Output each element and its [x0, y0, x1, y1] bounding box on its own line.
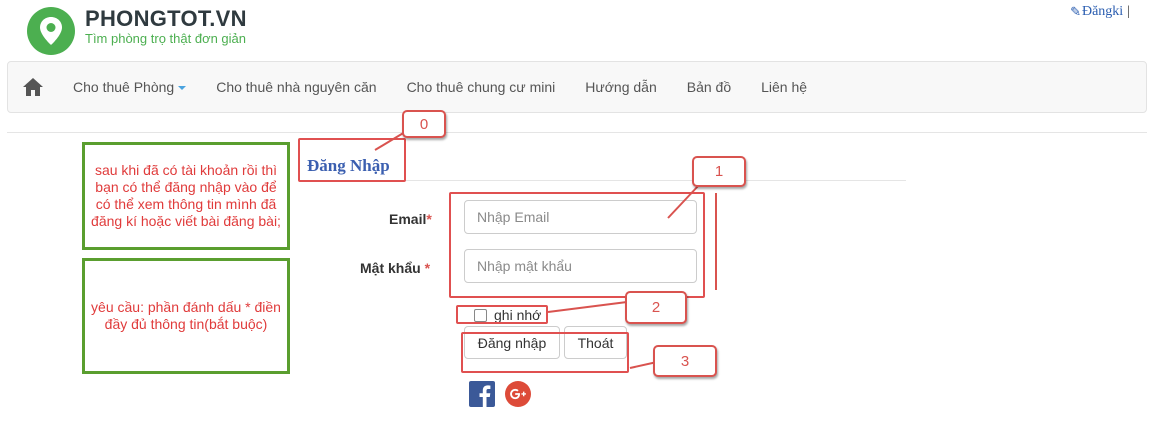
- caret-down-icon: [178, 86, 187, 91]
- callout-2: 2: [625, 291, 687, 324]
- callout-3: 3: [653, 345, 717, 377]
- home-button[interactable]: [8, 62, 58, 112]
- register-link[interactable]: ✎ Đăngki |: [1070, 4, 1130, 20]
- annotation-box-remember: [456, 305, 548, 324]
- logo-slogan: Tìm phòng trọ thật đơn giản: [85, 31, 247, 46]
- email-label: Email*: [389, 211, 432, 227]
- google-plus-icon[interactable]: [505, 381, 531, 407]
- password-label: Mật khẩu *: [360, 260, 431, 276]
- nav-item-chung-cu-mini[interactable]: Cho thuê chung cư mini: [392, 62, 571, 112]
- callout-0: 0: [402, 110, 446, 138]
- nav-item-cho-thue-phong[interactable]: Cho thuê Phòng: [58, 62, 201, 112]
- home-icon: [23, 78, 43, 96]
- required-mark: *: [426, 211, 432, 227]
- nav-item-nha-nguyen-can[interactable]: Cho thuê nhà nguyên căn: [201, 62, 391, 112]
- map-pin-logo-icon: [26, 6, 76, 56]
- pencil-icon: ✎: [1070, 4, 1081, 19]
- annotation-note-login-info: sau khi đã có tài khoản rồi thì bạn có t…: [82, 142, 290, 250]
- nav-item-lien-he[interactable]: Liên hệ: [746, 62, 822, 112]
- callout-1: 1: [692, 156, 746, 187]
- required-mark: *: [424, 260, 431, 276]
- annotation-box-inputs: [449, 192, 705, 298]
- site-logo[interactable]: PHONGTOT.VN Tìm phòng trọ thật đơn giản: [26, 6, 247, 56]
- annotation-box-title: [298, 138, 406, 182]
- annotation-note-required: yêu cầu: phần đánh dấu * điền đầy đủ thô…: [82, 258, 290, 374]
- register-label: Đăngki: [1081, 4, 1124, 19]
- nav-item-ban-do[interactable]: Bản đồ: [672, 62, 746, 112]
- nav-item-huong-dan[interactable]: Hướng dẫn: [570, 62, 671, 112]
- annotation-box-buttons: [461, 332, 629, 373]
- register-separator: |: [1127, 4, 1130, 19]
- facebook-icon[interactable]: [469, 381, 495, 407]
- main-navbar: Cho thuê Phòng Cho thuê nhà nguyên căn C…: [7, 61, 1147, 113]
- divider: [7, 132, 1147, 133]
- logo-name: PHONGTOT.VN: [85, 6, 247, 31]
